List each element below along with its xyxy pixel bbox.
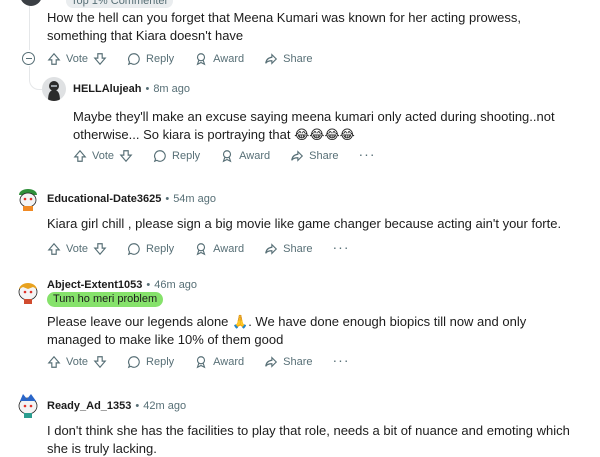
reply-button[interactable]: Reply	[127, 52, 174, 66]
downvote-icon[interactable]	[93, 242, 107, 256]
comment-body: Please leave our legends alone 🙏. We hav…	[47, 314, 527, 347]
comment-meta: Abject-Extent1053 • 46m ago	[47, 279, 197, 291]
award-icon	[196, 53, 206, 66]
downvote-icon[interactable]	[93, 355, 107, 369]
vote-label: Vote	[66, 243, 89, 255]
comment-bubble-icon	[127, 53, 140, 66]
reply-button[interactable]: Reply	[127, 242, 174, 256]
comment-body: Kiara girl chill , please sign a big mov…	[47, 216, 562, 231]
upvote-icon[interactable]	[73, 149, 87, 163]
author-name[interactable]: Ready_Ad_1353	[47, 400, 131, 412]
award-label: Award	[213, 53, 245, 65]
award-button[interactable]: Award	[194, 355, 244, 369]
share-icon	[265, 243, 278, 255]
award-icon	[196, 243, 206, 256]
share-label: Share	[309, 150, 339, 162]
timestamp[interactable]: 8m ago	[153, 83, 190, 95]
avatar[interactable]	[20, 0, 42, 6]
more-options-icon[interactable]: ···	[333, 240, 350, 254]
downvote-icon[interactable]	[93, 52, 107, 66]
avatar[interactable]	[14, 391, 42, 419]
comment-bubble-icon	[153, 150, 166, 163]
more-options-icon[interactable]: ···	[359, 147, 376, 161]
separator-dot: •	[165, 193, 170, 205]
comment-meta: Educational-Date3625 • 54m ago	[47, 193, 216, 205]
comment-body: How the hell can you forget that Meena K…	[47, 10, 522, 43]
avatar[interactable]	[14, 184, 42, 212]
author-name[interactable]: HELLAlujeah	[73, 83, 141, 95]
comment-body: Maybe they'll make an excuse saying meen…	[73, 109, 555, 142]
user-flair: Tum ho meri problem	[47, 292, 164, 307]
award-button[interactable]: Award	[220, 149, 270, 163]
award-label: Award	[213, 243, 245, 255]
reply-label: Reply	[146, 243, 175, 255]
thread-line	[29, 0, 30, 50]
comment-bubble-icon	[127, 356, 140, 369]
comment-actions: Vote Reply Award Share	[47, 52, 333, 66]
comment-actions: Vote Reply Award Share ···	[73, 147, 376, 163]
vote-label: Vote	[66, 53, 89, 65]
comment-actions: Vote Reply Award Share ···	[47, 353, 350, 369]
share-button[interactable]: Share	[264, 242, 313, 256]
author-name[interactable]: Abject-Extent1053	[47, 279, 142, 291]
timestamp[interactable]: 46m ago	[154, 279, 197, 291]
avatar[interactable]	[14, 277, 42, 305]
comment-meta: Ready_Ad_1353 • 42m ago	[47, 400, 186, 412]
award-button[interactable]: Award	[194, 52, 244, 66]
comment-bubble-icon	[127, 243, 140, 256]
downvote-icon[interactable]	[119, 149, 133, 163]
share-button[interactable]: Share	[264, 355, 313, 369]
author-name[interactable]: Educational-Date3625	[47, 193, 161, 205]
award-label: Award	[213, 356, 245, 368]
comment-actions: Vote Reply Award Share ···	[47, 240, 350, 256]
share-label: Share	[283, 243, 313, 255]
reply-button[interactable]: Reply	[153, 149, 200, 163]
vote-group: Vote	[73, 149, 133, 163]
avatar[interactable]	[42, 77, 66, 101]
share-button[interactable]: Share	[290, 149, 339, 163]
comment-meta: HELLAlujeah • 8m ago	[73, 83, 190, 95]
award-icon	[222, 150, 232, 163]
vote-label: Vote	[66, 356, 89, 368]
more-options-icon[interactable]: ···	[333, 353, 350, 367]
share-icon	[265, 53, 278, 65]
timestamp[interactable]: 42m ago	[143, 400, 186, 412]
timestamp[interactable]: 54m ago	[173, 193, 216, 205]
award-button[interactable]: Award	[194, 242, 244, 256]
vote-label: Vote	[92, 150, 115, 162]
user-flair: Top 1% Commenter	[66, 0, 174, 8]
reply-label: Reply	[146, 356, 175, 368]
separator-dot: •	[146, 279, 151, 291]
share-button[interactable]: Share	[264, 52, 313, 66]
reply-connector	[29, 66, 43, 90]
reply-label: Reply	[146, 53, 175, 65]
vote-group: Vote	[47, 355, 107, 369]
share-label: Share	[283, 356, 313, 368]
share-icon	[265, 356, 278, 368]
share-label: Share	[283, 53, 313, 65]
separator-dot: •	[135, 400, 140, 412]
collapse-thread-button[interactable]	[22, 52, 35, 65]
reply-button[interactable]: Reply	[127, 355, 174, 369]
reply-label: Reply	[172, 150, 201, 162]
separator-dot: •	[145, 83, 150, 95]
upvote-icon[interactable]	[47, 242, 61, 256]
award-icon	[196, 356, 206, 369]
vote-group: Vote	[47, 242, 107, 256]
share-icon	[291, 150, 304, 162]
award-label: Award	[239, 150, 271, 162]
upvote-icon[interactable]	[47, 355, 61, 369]
comment-body: I don't think she has the facilities to …	[47, 423, 570, 456]
vote-group: Vote	[47, 52, 107, 66]
upvote-icon[interactable]	[47, 52, 61, 66]
